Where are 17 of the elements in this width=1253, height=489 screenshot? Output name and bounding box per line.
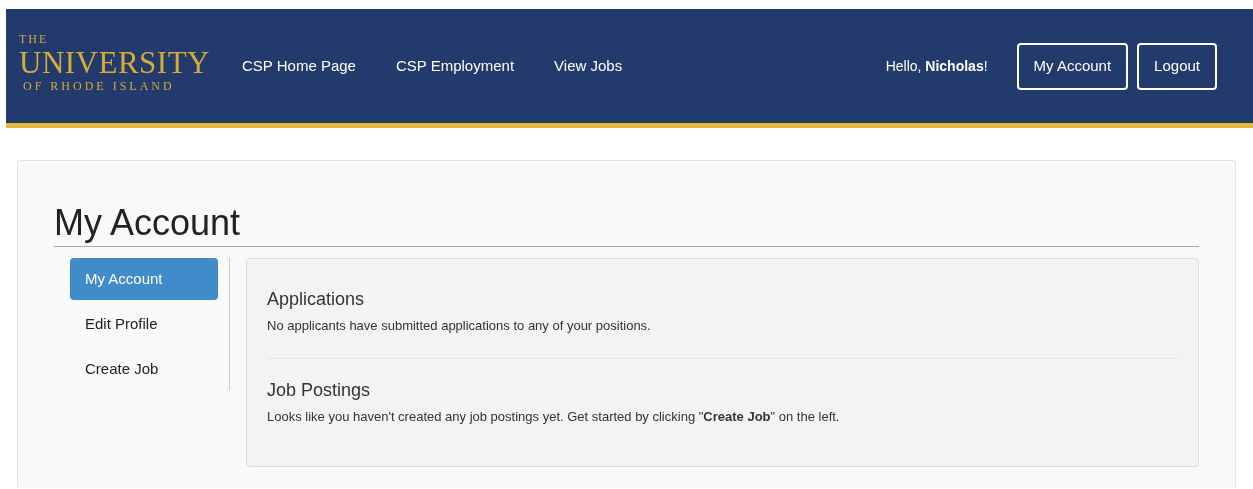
sidebar-item[interactable]: Create Job <box>70 348 218 390</box>
my-account-button[interactable]: My Account <box>1016 42 1129 90</box>
section-text: Looks like you haven't created any job postings yet. Get started by clicking "Create Job" on the left. <box>267 407 841 426</box>
nav-link[interactable]: CSP Employment <box>383 44 527 88</box>
nav-link[interactable]: CSP Home Page <box>230 44 368 88</box>
nav-link[interactable]: View Jobs <box>542 44 635 88</box>
sidebar-item[interactable]: My Account <box>70 258 218 300</box>
section-text: No applicants have submitted applications to any of your positions. <box>267 317 652 335</box>
sidebar-item[interactable]: Edit Profile <box>70 303 218 345</box>
greeting-text: Hello, Nicholas! <box>885 56 988 76</box>
logout-button[interactable]: Logout <box>1137 42 1217 90</box>
logo-subtitle: OF RHODE ISLAND <box>22 79 176 92</box>
logo-title: UNIVERSITY <box>19 46 210 78</box>
logo-small-text: THE <box>19 32 50 45</box>
section-title: Job Postings <box>267 357 1178 402</box>
section-title: Applications <box>267 288 366 311</box>
page-title: My Account <box>54 201 1199 247</box>
